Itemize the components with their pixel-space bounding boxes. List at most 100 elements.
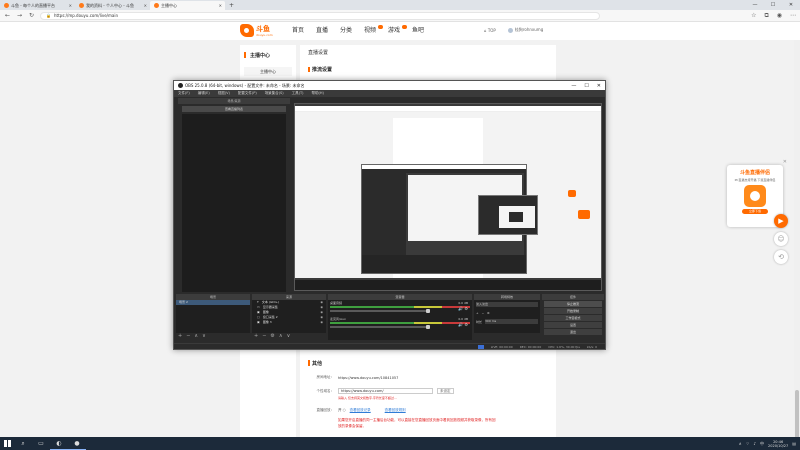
visibility-eye-icon[interactable]: ◉ (320, 320, 323, 325)
tab-close-icon[interactable]: ✕ (219, 3, 222, 8)
custom-domain-select[interactable]: 未设定 (437, 388, 454, 394)
menu-help[interactable]: 帮助(H) (312, 91, 324, 96)
ime-icon[interactable]: 中 (760, 441, 764, 447)
duration-input[interactable]: 300 ms (485, 319, 538, 324)
task-view-icon[interactable]: ▭ (32, 437, 50, 450)
feedback-icon[interactable]: ☺ (774, 232, 788, 246)
volume-icon[interactable]: ♪ (753, 441, 756, 446)
move-up-icon[interactable]: ∧ (194, 333, 198, 340)
add-icon[interactable]: + (254, 333, 258, 340)
speaker-icon[interactable]: 🔊 (458, 306, 463, 311)
view-list-button[interactable]: 查看直播列表 (182, 106, 286, 112)
source-item[interactable]: ▣ 图像 3 ◉ (252, 320, 326, 325)
nav-fishbar[interactable]: 鱼吧 (406, 26, 430, 36)
user-menu[interactable]: 桂狗rohnxumg (507, 27, 543, 33)
move-down-icon[interactable]: ∨ (287, 333, 291, 340)
favorites-icon[interactable]: ☆ (751, 12, 756, 20)
edge-browser-icon[interactable]: ◐ (50, 437, 68, 450)
volume-slider[interactable] (330, 325, 430, 329)
close-icon[interactable]: ✕ (597, 83, 601, 89)
browser-tab-1[interactable]: 斗鱼 - 每个人的直播平台 ✕ (0, 1, 75, 10)
menu-scene-collection[interactable]: 场景集合(S) (265, 91, 284, 96)
add-icon[interactable]: + (476, 311, 479, 315)
gear-icon[interactable]: ⚙ (464, 306, 468, 311)
remove-icon[interactable]: − (186, 333, 190, 340)
menu-edit[interactable]: 编辑(E) (198, 91, 210, 96)
nav-game[interactable]: 游戏 (382, 25, 407, 36)
gear-icon[interactable]: ⚙ (464, 322, 468, 327)
forward-icon[interactable]: → (16, 12, 23, 19)
remove-icon[interactable]: − (482, 311, 485, 315)
move-up-icon[interactable]: ∧ (279, 333, 283, 340)
scene-item[interactable]: 场景 2 (176, 300, 250, 305)
remove-icon[interactable]: − (262, 333, 266, 340)
page-scrollbar[interactable] (794, 40, 800, 450)
obs-taskbar-icon[interactable]: ● (68, 437, 86, 450)
settings-button[interactable]: 设置 (544, 322, 602, 328)
menu-file[interactable]: 文件(F) (178, 91, 190, 96)
sidebar-item-anchor-center[interactable]: 主播中心 (244, 67, 292, 76)
speaker-icon[interactable]: 🔊 (458, 322, 463, 327)
new-tab-icon[interactable]: + (225, 1, 238, 10)
tab-close-icon[interactable]: ✕ (69, 3, 72, 8)
transitions-content: 淡入淡出 + − ⚙ 时长 300 ms (474, 300, 540, 333)
close-icon[interactable]: ✕ (782, 0, 800, 10)
obs-window: OBS 25.0.8 (64-bit, windows) - 配置文件: 未命名… (173, 80, 606, 350)
replay-label: 直播回放： (316, 408, 335, 412)
stop-streaming-button[interactable]: 停止推流 (544, 301, 602, 307)
top-link[interactable]: ⌂ TOP (484, 28, 496, 33)
collections-icon[interactable]: ⧉ (764, 12, 768, 20)
minimize-icon[interactable]: — (571, 83, 576, 89)
nav-category[interactable]: 分类 (334, 26, 358, 36)
transition-select[interactable]: 淡入淡出 (476, 302, 538, 307)
custom-domain-input[interactable]: https://www.douyu.com/ (338, 388, 433, 394)
douyu-companion-icon (744, 185, 766, 207)
preview-taskbar (295, 280, 601, 290)
nav-home[interactable]: 首页 (286, 26, 310, 36)
url-input[interactable]: 🔒 https://mp.douyu.com/live/main (40, 11, 600, 20)
preview-promo-icon (568, 190, 576, 197)
menu-profile[interactable]: 配置文件(P) (238, 91, 257, 96)
replay-rules-link[interactable]: 查看回放规则 (385, 408, 406, 413)
tab-close-icon[interactable]: ✕ (144, 3, 147, 8)
nav-live[interactable]: 直播 (310, 26, 334, 36)
exit-button[interactable]: 退出 (544, 329, 602, 335)
browser-tab-2[interactable]: 我的资料 - 个人中心 - 斗鱼 ✕ (75, 1, 150, 10)
menu-view[interactable]: 视图(V) (218, 91, 230, 96)
system-clock[interactable]: 20:46 2020/10/27 (768, 440, 788, 448)
add-icon[interactable]: + (178, 333, 182, 340)
volume-slider[interactable] (330, 309, 430, 313)
maximize-icon[interactable]: ☐ (584, 83, 588, 89)
gear-icon[interactable]: ⚙ (487, 311, 490, 315)
download-button[interactable]: 立即下载 (742, 209, 768, 214)
more-icon[interactable]: ⋯ (790, 12, 796, 20)
menu-tools[interactable]: 工具(T) (292, 91, 304, 96)
start-recording-button[interactable]: 开始录制 (544, 308, 602, 314)
tray-chevron-icon[interactable]: ∧ (739, 441, 742, 446)
windows-start-icon[interactable] (0, 437, 14, 450)
back-icon[interactable]: ← (4, 12, 11, 19)
obs-preview[interactable] (294, 103, 602, 291)
move-down-icon[interactable]: ∨ (202, 333, 206, 340)
settings-gear-icon[interactable]: ⚙ (270, 333, 274, 340)
channel-db: 0.0 dB (458, 317, 468, 321)
play-icon[interactable]: ▶ (774, 214, 788, 228)
refresh-icon[interactable]: ↻ (28, 12, 35, 19)
replay-row: 直播回放： 开 ○ 查看回放记录 查看回放规则 (308, 408, 558, 413)
nav-video[interactable]: 视频 (358, 25, 383, 36)
close-icon[interactable]: ✕ (783, 159, 787, 165)
nested-obs-3 (509, 212, 523, 222)
share-icon[interactable]: ⟲ (774, 250, 788, 264)
profile-icon[interactable]: ◉ (777, 12, 782, 20)
douyu-logo[interactable]: 斗鱼 douyu.com (240, 24, 273, 37)
browser-tab-3[interactable]: 主播中心 ✕ (150, 1, 225, 10)
notification-icon[interactable]: ▤ (792, 441, 796, 446)
replay-toggle[interactable]: 开 ○ (338, 408, 346, 413)
maximize-icon[interactable]: ☐ (764, 0, 782, 10)
minimize-icon[interactable]: — (746, 0, 764, 10)
replay-records-link[interactable]: 查看回放记录 (350, 408, 371, 413)
studio-mode-button[interactable]: 工作室模式 (544, 315, 602, 321)
search-icon[interactable]: ⌕ (14, 437, 32, 450)
network-icon[interactable]: ⌔ (746, 441, 750, 447)
preview-companion-icon (578, 210, 590, 219)
